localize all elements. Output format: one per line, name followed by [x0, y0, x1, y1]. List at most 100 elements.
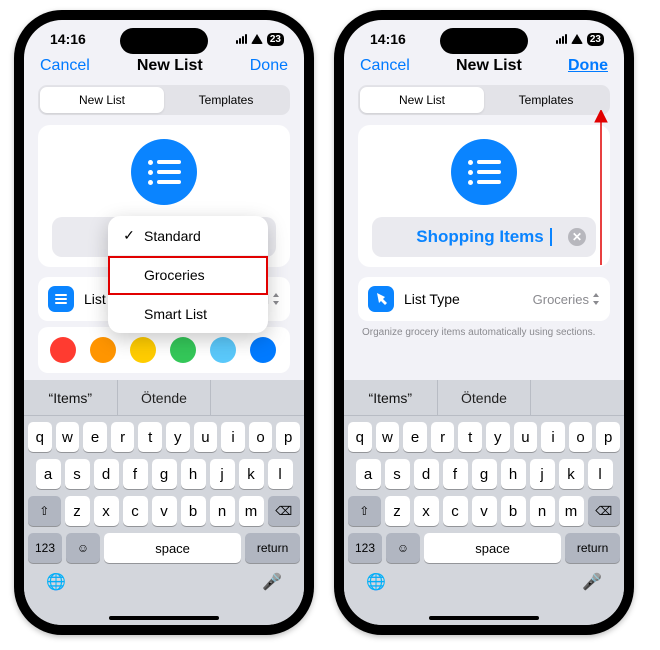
- key-w[interactable]: w: [376, 422, 400, 452]
- key-f[interactable]: f: [443, 459, 468, 489]
- key-z[interactable]: z: [385, 496, 410, 526]
- done-button[interactable]: Done: [568, 57, 608, 75]
- key-g[interactable]: g: [472, 459, 497, 489]
- key-l[interactable]: l: [588, 459, 613, 489]
- key-p[interactable]: p: [276, 422, 300, 452]
- shift-key[interactable]: ⇧: [348, 496, 381, 526]
- segment-control[interactable]: New List Templates: [38, 85, 290, 115]
- key-s[interactable]: s: [385, 459, 410, 489]
- key-x[interactable]: x: [94, 496, 119, 526]
- key-u[interactable]: u: [514, 422, 538, 452]
- color-blue[interactable]: [250, 337, 276, 363]
- key-w[interactable]: w: [56, 422, 80, 452]
- key-i[interactable]: i: [221, 422, 245, 452]
- key-z[interactable]: z: [65, 496, 90, 526]
- suggestion-1[interactable]: “Items”: [24, 380, 117, 415]
- backspace-key[interactable]: ⌫: [588, 496, 621, 526]
- menu-item-smart-list[interactable]: Smart List: [108, 295, 268, 333]
- key-f[interactable]: f: [123, 459, 148, 489]
- list-icon[interactable]: [131, 139, 197, 205]
- key-j[interactable]: j: [530, 459, 555, 489]
- key-l[interactable]: l: [268, 459, 293, 489]
- mic-icon[interactable]: 🎤: [582, 572, 602, 592]
- clear-button[interactable]: ✕: [568, 228, 586, 246]
- return-key[interactable]: return: [245, 533, 300, 563]
- key-m[interactable]: m: [559, 496, 584, 526]
- cancel-button[interactable]: Cancel: [40, 57, 90, 75]
- color-picker-row[interactable]: [38, 327, 290, 373]
- key-y[interactable]: y: [166, 422, 190, 452]
- key-c[interactable]: c: [123, 496, 148, 526]
- globe-icon[interactable]: 🌐: [46, 572, 66, 592]
- key-j[interactable]: j: [210, 459, 235, 489]
- key-k[interactable]: k: [559, 459, 584, 489]
- key-k[interactable]: k: [239, 459, 264, 489]
- space-key[interactable]: space: [424, 533, 561, 563]
- key-t[interactable]: t: [458, 422, 482, 452]
- key-d[interactable]: d: [414, 459, 439, 489]
- key-u[interactable]: u: [194, 422, 218, 452]
- mic-icon[interactable]: 🎤: [262, 572, 282, 592]
- suggestion-3[interactable]: [210, 380, 304, 415]
- backspace-key[interactable]: ⌫: [268, 496, 301, 526]
- color-red[interactable]: [50, 337, 76, 363]
- color-orange[interactable]: [90, 337, 116, 363]
- key-r[interactable]: r: [431, 422, 455, 452]
- key-q[interactable]: q: [348, 422, 372, 452]
- numeric-key[interactable]: 123: [28, 533, 62, 563]
- list-type-row[interactable]: List Type Groceries: [358, 277, 610, 321]
- key-x[interactable]: x: [414, 496, 439, 526]
- key-h[interactable]: h: [181, 459, 206, 489]
- key-s[interactable]: s: [65, 459, 90, 489]
- menu-item-groceries[interactable]: Groceries: [108, 256, 268, 295]
- list-name-input[interactable]: Shopping Items ✕: [372, 217, 596, 257]
- key-n[interactable]: n: [210, 496, 235, 526]
- color-green[interactable]: [170, 337, 196, 363]
- segment-templates[interactable]: Templates: [484, 87, 608, 113]
- menu-item-standard[interactable]: ✓ Standard: [108, 216, 268, 256]
- done-button[interactable]: Done: [250, 57, 288, 75]
- key-p[interactable]: p: [596, 422, 620, 452]
- key-t[interactable]: t: [138, 422, 162, 452]
- emoji-key[interactable]: ☺: [66, 533, 100, 563]
- segment-control[interactable]: New List Templates: [358, 85, 610, 115]
- segment-new-list[interactable]: New List: [40, 87, 164, 113]
- home-indicator[interactable]: [109, 616, 219, 620]
- segment-templates[interactable]: Templates: [164, 87, 288, 113]
- key-v[interactable]: v: [472, 496, 497, 526]
- key-q[interactable]: q: [28, 422, 52, 452]
- list-icon[interactable]: [451, 139, 517, 205]
- key-h[interactable]: h: [501, 459, 526, 489]
- key-i[interactable]: i: [541, 422, 565, 452]
- key-e[interactable]: e: [83, 422, 107, 452]
- key-g[interactable]: g: [152, 459, 177, 489]
- key-v[interactable]: v: [152, 496, 177, 526]
- globe-icon[interactable]: 🌐: [366, 572, 386, 592]
- key-c[interactable]: c: [443, 496, 468, 526]
- key-b[interactable]: b: [181, 496, 206, 526]
- key-a[interactable]: a: [36, 459, 61, 489]
- key-n[interactable]: n: [530, 496, 555, 526]
- key-a[interactable]: a: [356, 459, 381, 489]
- home-indicator[interactable]: [429, 616, 539, 620]
- key-d[interactable]: d: [94, 459, 119, 489]
- suggestion-1[interactable]: “Items”: [344, 380, 437, 415]
- segment-new-list[interactable]: New List: [360, 87, 484, 113]
- key-o[interactable]: o: [569, 422, 593, 452]
- suggestion-3[interactable]: [530, 380, 624, 415]
- suggestion-2[interactable]: Ötende: [117, 380, 211, 415]
- key-e[interactable]: e: [403, 422, 427, 452]
- key-y[interactable]: y: [486, 422, 510, 452]
- shift-key[interactable]: ⇧: [28, 496, 61, 526]
- key-o[interactable]: o: [249, 422, 273, 452]
- return-key[interactable]: return: [565, 533, 620, 563]
- key-r[interactable]: r: [111, 422, 135, 452]
- suggestion-2[interactable]: Ötende: [437, 380, 531, 415]
- emoji-key[interactable]: ☺: [386, 533, 420, 563]
- numeric-key[interactable]: 123: [348, 533, 382, 563]
- cancel-button[interactable]: Cancel: [360, 57, 410, 75]
- key-b[interactable]: b: [501, 496, 526, 526]
- key-m[interactable]: m: [239, 496, 264, 526]
- color-teal[interactable]: [210, 337, 236, 363]
- space-key[interactable]: space: [104, 533, 241, 563]
